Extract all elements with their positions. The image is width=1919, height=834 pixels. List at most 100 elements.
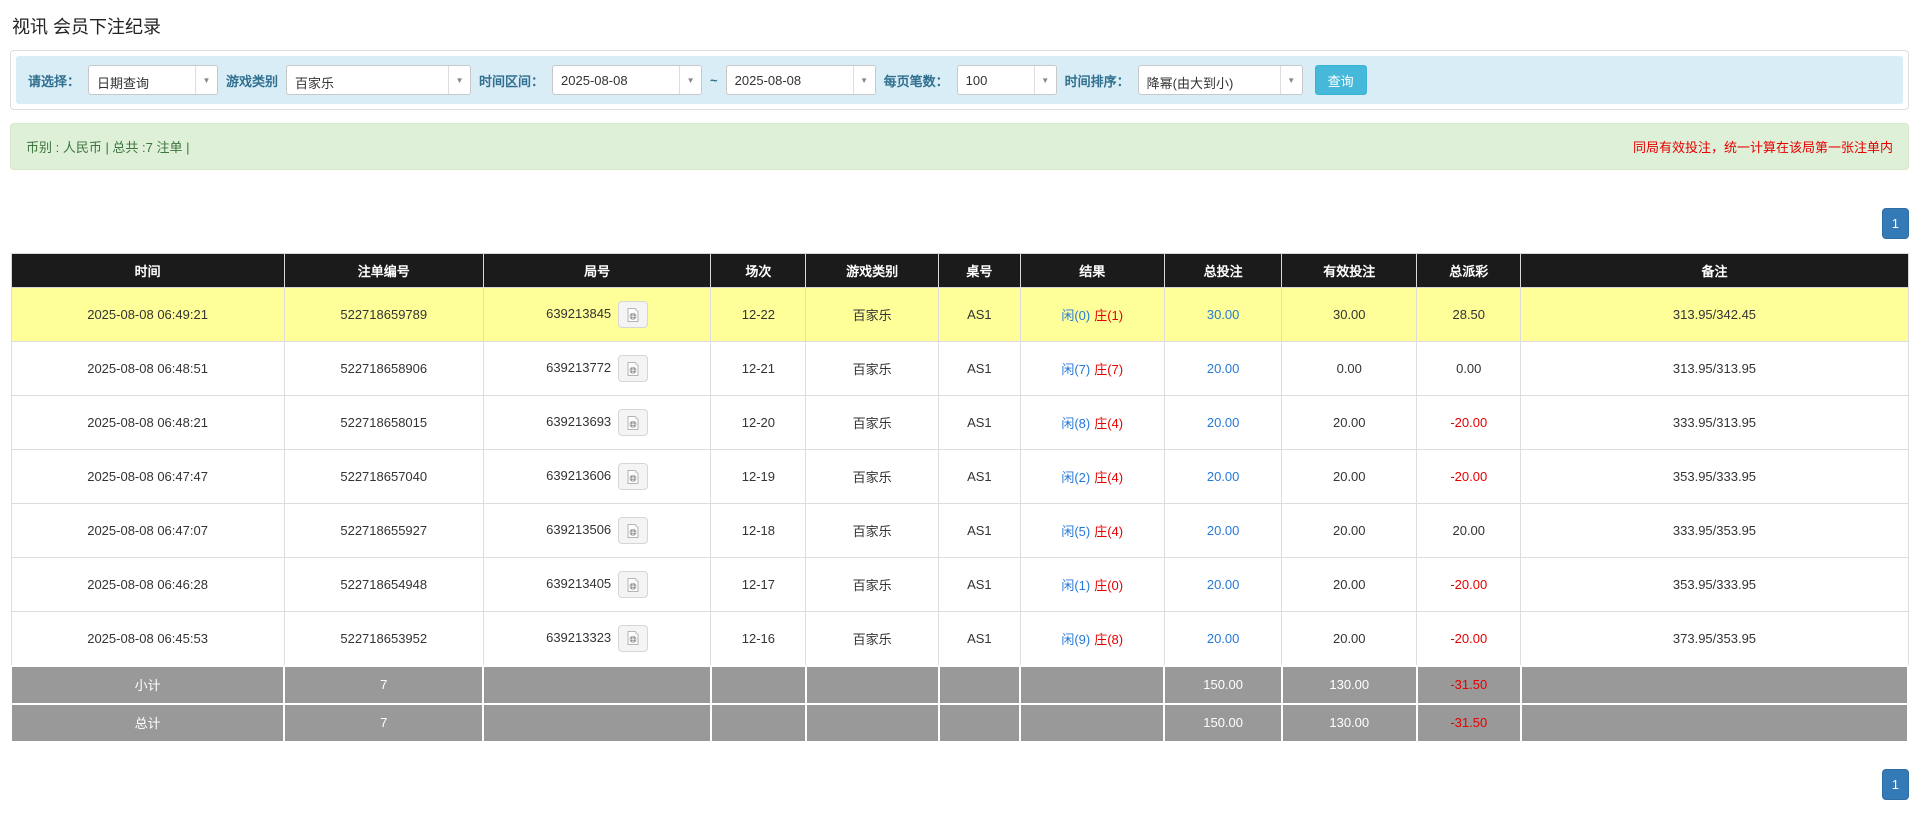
subtotal-total-bet: 150.00 <box>1163 664 1283 705</box>
col-header-valid-bet: 有效投注 <box>1281 253 1418 288</box>
sort-label: 时间排序： <box>1064 73 1130 89</box>
chevron-down-icon[interactable]: ▼ <box>852 66 875 94</box>
table-row: 2025-08-08 06:45:53 522718653952 6392133… <box>10 611 1909 666</box>
cell-note: 353.95/333.95 <box>1520 449 1909 504</box>
cell-total-bet: 20.00 <box>1163 449 1283 504</box>
video-replay-button[interactable] <box>618 517 649 544</box>
date-from-select[interactable]: 2025-08-08 ▼ <box>552 65 703 95</box>
date-to-select[interactable]: 2025-08-08 ▼ <box>725 65 876 95</box>
cell-round-no: 639213606 <box>482 449 712 504</box>
video-replay-button[interactable] <box>618 624 649 652</box>
total-bet-link[interactable]: 20.00 <box>1207 469 1240 484</box>
date-from-value: 2025-08-08 <box>561 73 628 88</box>
cell-game-type: 百家乐 <box>805 503 940 558</box>
round-number: 639213323 <box>546 629 612 645</box>
chevron-down-icon[interactable]: ▼ <box>679 66 702 94</box>
cell-payout: -20.00 <box>1416 449 1522 504</box>
cell-round-no: 639213772 <box>482 341 712 396</box>
pagination-bottom: 1 <box>10 768 1909 800</box>
pagination-top: 1 <box>10 208 1909 239</box>
game-type-value: 百家乐 <box>295 76 335 91</box>
game-type-select[interactable]: 百家乐 ▼ <box>286 65 472 95</box>
video-replay-button[interactable] <box>618 301 649 328</box>
total-count: 7 <box>283 702 485 743</box>
total-total-bet: 150.00 <box>1163 702 1283 743</box>
cell-total-bet: 20.00 <box>1163 557 1283 612</box>
video-file-icon <box>627 307 639 322</box>
cell-total-bet: 20.00 <box>1163 611 1283 666</box>
video-replay-button[interactable] <box>618 355 649 382</box>
chevron-down-icon[interactable]: ▼ <box>1033 66 1056 94</box>
video-replay-button[interactable] <box>618 571 649 598</box>
table-row: 2025-08-08 06:47:07 522718655927 6392135… <box>10 503 1909 558</box>
total-row: 总计 7 150.00 130.00 -31.50 <box>9 702 1910 743</box>
sort-value: 降幂(由大到小) <box>1146 76 1234 91</box>
cell-note: 333.95/353.95 <box>1520 503 1909 558</box>
col-header-table-no: 桌号 <box>938 253 1021 288</box>
cell-session: 12-19 <box>710 449 807 504</box>
cell-table-no: AS1 <box>938 341 1021 396</box>
total-bet-link[interactable]: 20.00 <box>1207 361 1240 376</box>
cell-session: 12-16 <box>710 611 807 666</box>
sort-select[interactable]: 降幂(由大到小) ▼ <box>1137 65 1303 95</box>
cell-bet-no: 522718658015 <box>283 395 484 450</box>
chevron-down-icon[interactable]: ▼ <box>448 66 471 94</box>
cell-note: 313.95/313.95 <box>1520 341 1909 396</box>
video-file-icon <box>627 469 639 484</box>
col-header-total-bet: 总投注 <box>1163 253 1283 288</box>
cell-table-no: AS1 <box>938 395 1021 450</box>
page-1-button[interactable]: 1 <box>1881 768 1909 800</box>
search-button[interactable]: 查询 <box>1314 65 1367 95</box>
col-header-round-no: 局号 <box>482 253 712 288</box>
total-bet-link[interactable]: 20.00 <box>1207 523 1240 538</box>
video-file-icon <box>627 577 639 592</box>
cell-round-no: 639213845 <box>482 287 712 342</box>
chevron-down-icon[interactable]: ▼ <box>1279 66 1302 94</box>
video-file-icon <box>627 415 639 430</box>
table-row: 2025-08-08 06:48:51 522718658906 6392137… <box>10 341 1909 396</box>
summary-bar: 币别 : 人民币 | 总共 :7 注单 | 同局有效投注，统一计算在该局第一张注… <box>10 123 1909 170</box>
cell-time: 2025-08-08 06:47:07 <box>10 503 285 558</box>
page-1-button[interactable]: 1 <box>1881 208 1909 239</box>
cell-round-no: 639213323 <box>482 611 712 666</box>
subtotal-label: 小计 <box>9 664 286 705</box>
cell-bet-no: 522718654948 <box>283 557 484 612</box>
page-size-value: 100 <box>965 73 988 88</box>
col-header-time: 时间 <box>10 253 285 288</box>
cell-round-no: 639213693 <box>482 395 712 450</box>
video-replay-button[interactable] <box>618 409 649 436</box>
video-replay-button[interactable] <box>618 463 649 490</box>
cell-session: 12-21 <box>710 341 807 396</box>
page-size-select[interactable]: 100 ▼ <box>956 65 1057 95</box>
cell-table-no: AS1 <box>938 611 1021 666</box>
cell-table-no: AS1 <box>938 557 1021 612</box>
result-banker: 庄(4) <box>1094 470 1124 485</box>
cell-time: 2025-08-08 06:45:53 <box>10 611 285 666</box>
cell-note: 353.95/333.95 <box>1520 557 1909 612</box>
cell-valid-bet: 0.00 <box>1281 341 1418 396</box>
subtotal-row: 小计 7 150.00 130.00 -31.50 <box>9 664 1910 705</box>
cell-bet-no: 522718659789 <box>283 287 484 342</box>
query-type-select[interactable]: 日期查询 ▼ <box>88 65 219 95</box>
round-number: 639213845 <box>546 305 612 321</box>
result-player: 闲(0) <box>1061 308 1091 323</box>
result-player: 闲(7) <box>1061 362 1091 377</box>
cell-payout: 20.00 <box>1416 503 1522 558</box>
cell-time: 2025-08-08 06:49:21 <box>10 287 285 342</box>
total-bet-link[interactable]: 20.00 <box>1207 631 1240 646</box>
subtotal-count: 7 <box>283 664 485 705</box>
cell-result: 闲(0) 庄(1) <box>1019 287 1165 342</box>
total-bet-link[interactable]: 20.00 <box>1207 415 1240 430</box>
total-bet-link[interactable]: 20.00 <box>1207 577 1240 592</box>
cell-table-no: AS1 <box>938 449 1021 504</box>
col-header-result: 结果 <box>1019 253 1165 288</box>
cell-session: 12-18 <box>710 503 807 558</box>
cell-note: 333.95/313.95 <box>1520 395 1909 450</box>
round-number: 639213693 <box>546 413 612 429</box>
total-bet-link[interactable]: 30.00 <box>1207 307 1240 322</box>
chevron-down-icon[interactable]: ▼ <box>195 66 218 94</box>
cell-note: 313.95/342.45 <box>1520 287 1909 342</box>
cell-valid-bet: 20.00 <box>1281 611 1418 666</box>
col-header-bet-no: 注单编号 <box>283 253 484 288</box>
table-row: 2025-08-08 06:46:28 522718654948 6392134… <box>10 557 1909 612</box>
